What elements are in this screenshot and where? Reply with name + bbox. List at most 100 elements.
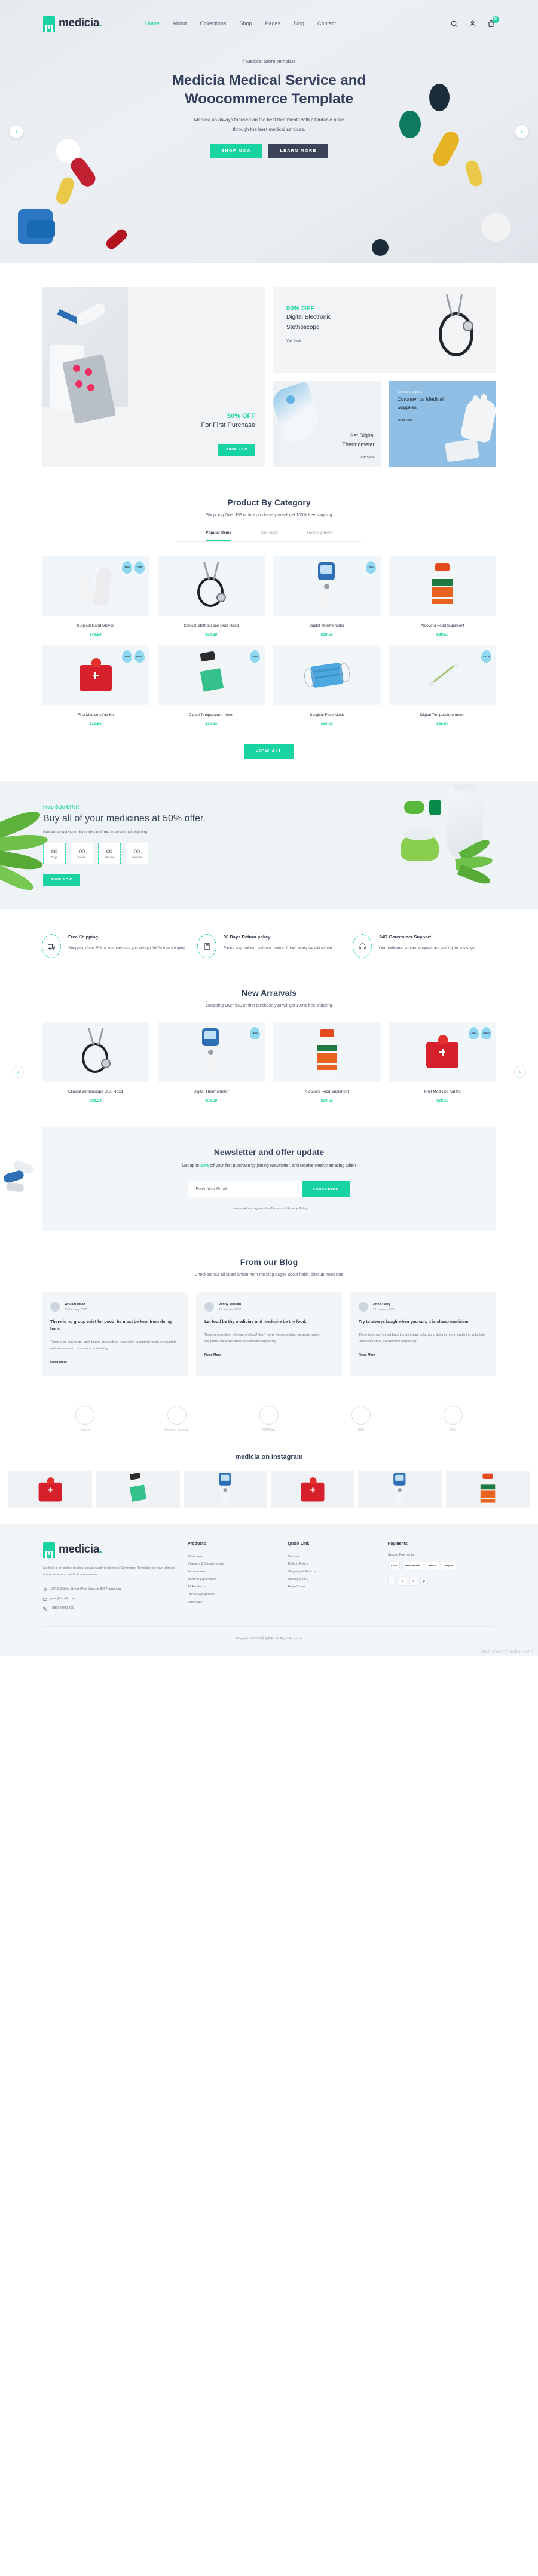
nav-item-contact[interactable]: Contact — [317, 20, 336, 26]
arrivals-next-arrow[interactable]: › — [514, 1066, 526, 1078]
promo-first-purchase-text: 50% OFF For First Purchase — [201, 413, 255, 431]
footer-link[interactable]: Accessories — [188, 1568, 277, 1576]
product-card[interactable]: -19% NEW First Medicine Aid Kit $29.50 — [42, 645, 149, 726]
product-image[interactable]: SALE — [389, 645, 496, 705]
nav-item-home[interactable]: Home — [145, 20, 160, 26]
footer-link[interactable]: Doctor Equipment — [188, 1591, 277, 1599]
instagram-post[interactable] — [358, 1471, 442, 1508]
promo-visit-store-link[interactable]: Visit Store — [286, 339, 301, 343]
footer-link[interactable]: Refund Policy — [288, 1560, 377, 1568]
tab-popular-items[interactable]: Popular Items — [206, 531, 232, 541]
product-image[interactable] — [273, 1022, 381, 1082]
product-card[interactable]: Aloevera Food Supliment $39.50 — [389, 556, 496, 637]
footer-link[interactable]: Help Center — [288, 1583, 377, 1591]
instagram-post[interactable] — [270, 1471, 355, 1508]
hero-shop-now-button[interactable]: SHOP NOW — [210, 143, 263, 158]
nav-item-about[interactable]: About — [173, 20, 187, 26]
product-card[interactable]: -19% NEW First Medicine Aid Kit $29.50 — [389, 1022, 496, 1103]
product-card[interactable]: SALE Digital Temparature meter $39.50 — [389, 645, 496, 726]
footer-link[interactable]: All Products — [188, 1583, 277, 1591]
promo-grid: 50% OFF For First Purchase SHOP NOW 50% … — [42, 287, 496, 467]
cart-icon[interactable]: 03 — [487, 16, 499, 28]
product-card[interactable]: Surgical Face Mask $39.00 — [273, 645, 381, 726]
product-image[interactable]: -19% NEW — [389, 1022, 496, 1082]
product-image[interactable] — [273, 645, 381, 705]
social-icon[interactable]: in — [409, 1577, 417, 1586]
product-image[interactable]: -19% TOP — [42, 556, 149, 616]
logo-text: medicia. — [59, 17, 102, 29]
blog-read-more-link[interactable]: Read More — [204, 1353, 221, 1357]
nav-item-pages[interactable]: Pages — [265, 20, 280, 26]
promo-card-corona[interactable]: Medical Supplies Coronavirus Medical Sup… — [389, 381, 496, 467]
tab-top-rated[interactable]: Top Rated — [260, 531, 278, 541]
product-image[interactable] — [157, 556, 265, 616]
instagram-post[interactable] — [96, 1471, 180, 1508]
promo-visit-store-link[interactable]: Visit Store — [360, 456, 375, 459]
product-card[interactable]: Aloevera Food Supliment $39.50 — [273, 1022, 381, 1103]
promo-card-thermometer[interactable]: Get Digital Thermometer Visit Store — [273, 381, 381, 467]
payment-method[interactable]: AMEX — [425, 1561, 439, 1569]
footer-link[interactable]: Medical Equipment — [188, 1576, 277, 1584]
blog-read-more-link[interactable]: Read More — [50, 1361, 67, 1364]
social-icon[interactable]: t — [398, 1577, 406, 1586]
brand-label: D&S — [450, 1428, 457, 1432]
promo-shop-now-button[interactable]: SHOP NOW — [218, 444, 255, 456]
payment-method[interactable]: mastercard — [402, 1561, 423, 1569]
footer-contact-text: 18/18 Collins Street West Victoria 8007 … — [50, 1587, 121, 1591]
instagram-post[interactable] — [183, 1471, 267, 1508]
payment-method[interactable]: VISA — [387, 1561, 401, 1569]
promo-shop-now-link[interactable]: Shop Now — [398, 419, 412, 422]
hero-next-arrow[interactable]: › — [515, 125, 528, 138]
newsletter-form: SUBSCRIBE — [56, 1181, 482, 1197]
nav-item-collections[interactable]: Collections — [200, 20, 226, 26]
newsletter-subscribe-button[interactable]: SUBSCRIBE — [302, 1181, 350, 1197]
product-card[interactable]: -30% Digital Thermometer $39.50 — [273, 556, 381, 637]
product-card[interactable]: Clinical Stethoscope Dual Head $39.50 — [42, 1022, 149, 1103]
instagram-post[interactable] — [445, 1471, 530, 1508]
product-card[interactable]: -19% TOP Surgical Hand Gloves $49.50 — [42, 556, 149, 637]
blog-post-card[interactable]: William Milan 21 January 2020 There is n… — [42, 1292, 188, 1376]
nav-item-blog[interactable]: Blog — [294, 20, 304, 26]
blog-date: 21 January 2020 — [65, 1307, 87, 1312]
footer-link[interactable]: Shipping & Returns — [288, 1568, 377, 1576]
category-product-grid: -19% TOP Surgical Hand Gloves $49.50 Clin… — [42, 556, 496, 726]
hero-learn-more-button[interactable]: LEARN MORE — [268, 143, 328, 158]
footer-link[interactable]: Medicines — [188, 1553, 277, 1561]
product-card[interactable]: -20% Digital Temparature meter $39.00 — [157, 645, 265, 726]
instagram-post[interactable] — [8, 1471, 93, 1508]
product-image[interactable] — [42, 1022, 149, 1082]
blog-read-more-link[interactable]: Read More — [359, 1353, 375, 1357]
footer-link[interactable]: Support — [288, 1553, 377, 1561]
product-image[interactable]: -20% — [157, 645, 265, 705]
product-image[interactable]: -30% — [157, 1022, 265, 1082]
footer-link[interactable]: Offer Sale — [188, 1599, 277, 1606]
product-image[interactable]: -19% NEW — [42, 645, 149, 705]
footer-column-heading: Quick Link — [288, 1541, 310, 1546]
sale-shop-now-button[interactable]: SHOP NOW — [43, 874, 80, 886]
product-card[interactable]: Clinical Stethoscope Dual Head $39.50 — [157, 556, 265, 637]
account-icon[interactable] — [469, 20, 476, 28]
footer-link[interactable]: Privacy Policy — [288, 1576, 377, 1584]
promo-card-first-purchase[interactable]: 50% OFF For First Purchase SHOP NOW — [42, 287, 265, 467]
blog-post-card[interactable]: Anna Parry 21 January 2020 Try to always… — [350, 1292, 496, 1376]
view-all-button[interactable]: VIEW ALL — [244, 744, 294, 759]
product-name: Digital Thermometer — [309, 624, 345, 628]
footer-link[interactable]: Vitamins & Supplements — [188, 1560, 277, 1568]
hero-prev-arrow[interactable]: ‹ — [10, 125, 23, 138]
social-icon[interactable]: f — [387, 1577, 396, 1586]
product-image[interactable] — [389, 556, 496, 616]
product-image[interactable]: -30% — [273, 556, 381, 616]
search-icon[interactable] — [450, 20, 458, 28]
arrivals-prev-arrow[interactable]: ‹ — [12, 1066, 24, 1078]
logo[interactable]: m medicia. — [43, 15, 102, 32]
promo-card-stethoscope[interactable]: 50% OFF Digital Electronic Stethoscope V… — [273, 287, 496, 373]
social-icon[interactable]: p — [420, 1577, 428, 1586]
newsletter-email-input[interactable] — [188, 1181, 302, 1197]
tab-trending-items[interactable]: Trending Items — [307, 531, 332, 541]
newsletter-consent-text: I have read and agreed the Terms and Pri… — [230, 1207, 308, 1211]
product-card[interactable]: -30% Digital Thermometer $39.50 — [157, 1022, 265, 1103]
blog-post-card[interactable]: Johny Jonson 21 January 2020 Let food be… — [196, 1292, 342, 1376]
footer-logo[interactable]: m medicia. — [43, 1541, 177, 1558]
nav-item-shop[interactable]: Shop — [239, 20, 252, 26]
payment-method[interactable]: PayPal — [441, 1561, 457, 1569]
